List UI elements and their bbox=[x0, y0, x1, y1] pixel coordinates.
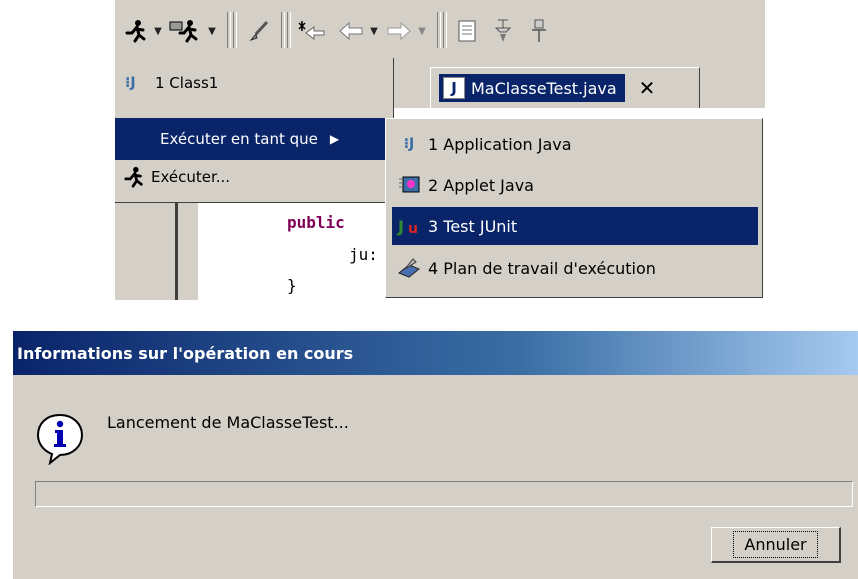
debug-dropdown-icon[interactable]: ▼ bbox=[205, 18, 219, 44]
submenu-arrow-icon: ▶ bbox=[329, 132, 340, 146]
separator bbox=[281, 12, 285, 48]
editor-gutter bbox=[175, 195, 198, 300]
last-edit-icon[interactable] bbox=[295, 18, 327, 44]
separator bbox=[443, 12, 447, 48]
separator bbox=[233, 12, 237, 48]
menu-item-run-as[interactable]: Exécuter en tant que ▶ bbox=[115, 118, 393, 160]
java-file-icon: J bbox=[443, 77, 465, 99]
run-icon[interactable] bbox=[123, 18, 149, 44]
debug-icon[interactable] bbox=[167, 18, 201, 44]
java-class-icon: ⁝J bbox=[403, 136, 415, 152]
submenu-item-label: 2 Applet Java bbox=[428, 175, 534, 195]
forward-icon[interactable] bbox=[385, 18, 413, 44]
forward-dropdown-icon[interactable]: ▼ bbox=[415, 18, 429, 44]
code-line: } bbox=[287, 276, 297, 295]
close-icon[interactable]: ✕ bbox=[639, 76, 656, 100]
svg-text:u: u bbox=[408, 221, 418, 236]
code-line: ju: bbox=[349, 245, 378, 264]
progress-dialog: Informations sur l'opération en cours La… bbox=[12, 330, 858, 579]
toolbar: ▼ ▼ ▼ ▼ bbox=[115, 0, 765, 58]
run-dropdown-icon[interactable]: ▼ bbox=[151, 18, 165, 44]
submenu-item-runtime-workbench[interactable]: 4 Plan de travail d'exécution bbox=[392, 249, 758, 287]
workbench-icon bbox=[396, 257, 422, 279]
menu-item-class1[interactable]: ⁝J 1 Class1 bbox=[115, 62, 393, 104]
separator bbox=[437, 12, 441, 48]
junit-icon: Ju bbox=[396, 216, 422, 236]
submenu-item-java-application[interactable]: ⁝J 1 Application Java bbox=[392, 125, 758, 163]
back-icon[interactable] bbox=[337, 18, 365, 44]
tab-editor[interactable]: J MaClasseTest.java ✕ bbox=[430, 67, 700, 108]
info-icon bbox=[33, 411, 87, 466]
run-as-submenu: ⁝J 1 Application Java 2 Applet Java Ju 3… bbox=[385, 118, 763, 298]
run-menu: ⁝J 1 Class1 Exécuter en tant que ▶ Exécu… bbox=[115, 58, 394, 203]
submenu-item-label: 3 Test JUnit bbox=[428, 216, 518, 236]
menu-item-label: Exécuter en tant que bbox=[160, 130, 318, 148]
submenu-item-junit-test[interactable]: Ju 3 Test JUnit bbox=[392, 207, 758, 245]
dialog-message: Lancement de MaClasseTest... bbox=[107, 413, 349, 432]
submenu-item-label: 4 Plan de travail d'exécution bbox=[428, 258, 656, 278]
pin-icon[interactable] bbox=[525, 18, 553, 44]
java-class-icon: ⁝J bbox=[125, 75, 136, 91]
code-line: public bbox=[287, 213, 345, 232]
menu-item-run[interactable]: Exécuter... bbox=[115, 156, 393, 198]
editor-tab-title[interactable]: J MaClasseTest.java bbox=[439, 74, 625, 102]
applet-icon bbox=[396, 176, 422, 194]
submenu-item-java-applet[interactable]: 2 Applet Java bbox=[392, 166, 758, 204]
svg-text:J: J bbox=[397, 217, 404, 236]
submenu-item-label: 1 Application Java bbox=[428, 134, 572, 154]
cancel-button[interactable]: Annuler bbox=[711, 527, 841, 563]
menu-item-label: Exécuter... bbox=[151, 168, 231, 186]
next-annotation-icon[interactable] bbox=[489, 18, 517, 44]
separator bbox=[227, 12, 231, 48]
dialog-title: Informations sur l'opération en cours bbox=[13, 331, 858, 375]
page-icon[interactable] bbox=[453, 18, 481, 44]
menu-item-label: 1 Class1 bbox=[155, 74, 219, 92]
separator bbox=[287, 12, 291, 48]
progress-bar bbox=[35, 481, 853, 507]
brush-icon[interactable] bbox=[245, 18, 273, 44]
eclipse-window: ▼ ▼ ▼ ▼ J MaClasseTest.java ✕ public ju:… bbox=[115, 0, 765, 300]
run-icon bbox=[123, 166, 147, 188]
back-dropdown-icon[interactable]: ▼ bbox=[367, 18, 381, 44]
cancel-button-label: Annuler bbox=[733, 531, 818, 558]
tab-label: MaClasseTest.java bbox=[471, 78, 617, 98]
